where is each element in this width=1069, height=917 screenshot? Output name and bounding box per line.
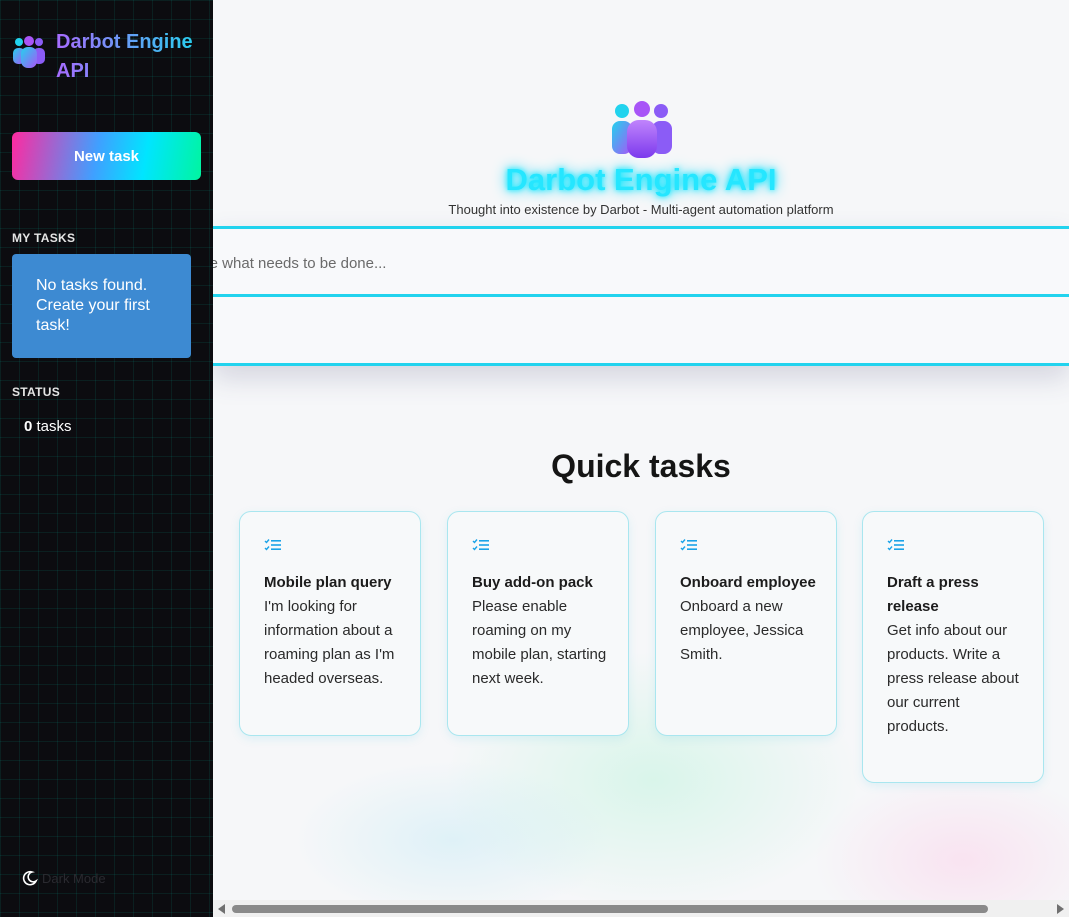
scroll-right-arrow-icon[interactable] xyxy=(1057,904,1064,914)
background-glow xyxy=(293,760,613,917)
task-list-icon xyxy=(472,539,489,551)
status-heading: STATUS xyxy=(12,385,61,399)
task-description-input[interactable] xyxy=(213,233,1069,294)
quick-task-description: Get info about our products. Write a pre… xyxy=(887,622,1019,735)
team-logo-icon xyxy=(13,36,45,68)
quick-task-description: Onboard a new employee, Jessica Smith. xyxy=(680,598,804,663)
horizontal-scrollbar[interactable] xyxy=(213,900,1069,917)
brand[interactable]: Darbot Engine API xyxy=(12,28,201,86)
dark-mode-label: Dark Mode xyxy=(42,870,106,886)
new-task-button[interactable]: New task xyxy=(12,132,201,180)
task-input-panel: ) xyxy=(213,226,1069,366)
dark-mode-toggle[interactable]: Dark Mode xyxy=(22,870,106,886)
quick-task-title: Buy add-on pack xyxy=(472,574,593,591)
task-list-icon xyxy=(264,539,281,551)
task-list-icon xyxy=(887,539,904,551)
quick-tasks-heading: Quick tasks xyxy=(551,448,731,484)
quick-task-title: Onboard employee xyxy=(680,574,816,591)
sidebar: Darbot Engine API New task MY TASKS No t… xyxy=(0,0,213,917)
brand-title: Darbot Engine API xyxy=(56,28,201,86)
my-tasks-heading: MY TASKS xyxy=(12,231,76,245)
quick-task-description: Please enable roaming on my mobile plan,… xyxy=(472,598,607,687)
quick-task-card[interactable]: Onboard employee Onboard a new employee,… xyxy=(655,511,837,736)
task-list-icon xyxy=(680,539,697,551)
hero-title: Darbot Engine API xyxy=(505,162,777,197)
quick-task-card[interactable]: Draft a press release Get info about our… xyxy=(862,511,1044,783)
quick-task-title: Draft a press release xyxy=(887,574,979,615)
task-count-status: 0 tasks xyxy=(24,418,72,435)
quick-task-card[interactable]: Buy add-on pack Please enable roaming on… xyxy=(447,511,629,736)
moon-icon xyxy=(22,870,38,886)
quick-task-title: Mobile plan query xyxy=(264,574,392,591)
no-tasks-message: No tasks found. Create your first task! xyxy=(12,254,191,358)
main-content: Darbot Engine API Thought into existence… xyxy=(213,0,1069,917)
task-input-wrapper xyxy=(213,233,1069,297)
scroll-left-arrow-icon[interactable] xyxy=(218,904,225,914)
team-logo-icon xyxy=(612,101,672,158)
quick-task-description: I'm looking for information about a roam… xyxy=(264,598,395,687)
background-glow xyxy=(813,770,1069,917)
quick-task-card[interactable]: Mobile plan query I'm looking for inform… xyxy=(239,511,421,736)
task-count-suffix: tasks xyxy=(32,418,72,435)
scrollbar-thumb[interactable] xyxy=(232,905,988,913)
hero-subtitle: Thought into existence by Darbot - Multi… xyxy=(448,202,834,217)
